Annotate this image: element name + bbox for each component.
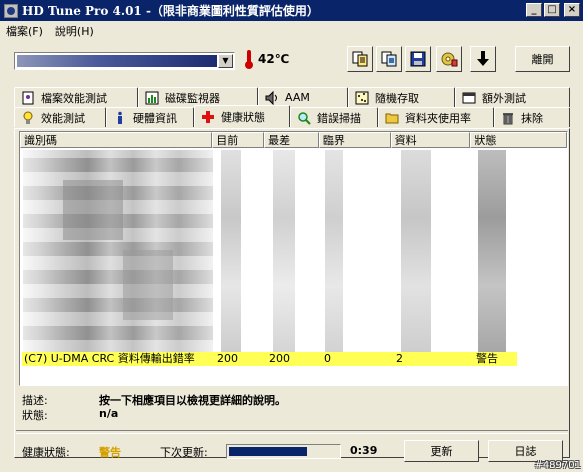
health-label: 健康狀態: [22, 446, 70, 459]
magnifier-icon [298, 111, 311, 125]
description-value: 按一下相應項目以檢視更詳細的說明。 [99, 394, 286, 407]
save-icon [410, 51, 426, 67]
options-icon [441, 52, 458, 67]
tab-row-top: 檔案效能測試 磁碟監視器 AAM 隨機存取 額外測試 [14, 87, 570, 108]
drive-select-value [17, 55, 217, 67]
table-row-highlighted[interactable]: (C7) U-DMA CRC 資料傳輸出錯率 200 200 0 2 警告 [22, 352, 517, 366]
cell-threshold: 0 [324, 352, 331, 365]
tab-label: 健康狀態 [221, 110, 265, 124]
window-controls: _ □ × [526, 3, 580, 17]
tab-label: 資料夾使用率 [405, 111, 471, 125]
cell-worst: 200 [269, 352, 290, 365]
download-arrow-icon [477, 51, 489, 66]
next-update-label: 下次更新: [160, 446, 208, 459]
tab-label: 抹除 [521, 111, 543, 125]
status-value: n/a [99, 407, 119, 420]
list-header: 識別碼 目前 最差 臨界 資料 狀態 [20, 132, 567, 148]
tab-info[interactable]: 硬體資訊 [106, 107, 194, 127]
tab-label: 效能測試 [41, 111, 85, 125]
update-progress-fill [229, 447, 307, 456]
folder-icon [385, 113, 399, 123]
column-header-data[interactable]: 資料 [390, 132, 471, 148]
column-header-worst[interactable]: 最差 [264, 132, 319, 148]
tab-folder-usage[interactable]: 資料夾使用率 [378, 107, 494, 127]
file-benchmark-icon [22, 91, 34, 104]
tab-label: 錯誤掃描 [317, 111, 361, 125]
cell-current: 200 [217, 352, 238, 365]
cell-data: 2 [396, 352, 403, 365]
tab-health[interactable]: 健康狀態 [194, 105, 290, 127]
save-button[interactable] [405, 46, 431, 72]
menu-bar: 檔案(F) 說明(H) [0, 21, 583, 40]
thermometer-icon [244, 50, 254, 69]
redacted-rows [23, 150, 541, 356]
temperature-value: 42℃ [258, 52, 290, 66]
description-label: 描述: [22, 394, 48, 407]
watermark: #489701 [534, 460, 581, 471]
countdown-value: 0:39 [350, 444, 378, 457]
window-title: HD Tune Pro 4.01 -（限非商業圖利性質評估使用） [22, 4, 319, 18]
menu-help[interactable]: 說明(H) [49, 23, 100, 39]
column-header-threshold[interactable]: 臨界 [318, 132, 391, 148]
tab-label: 磁碟監視器 [165, 91, 220, 105]
column-header-status[interactable]: 狀態 [470, 132, 567, 148]
close-button[interactable]: × [564, 3, 580, 17]
chevron-down-icon[interactable]: ▼ [218, 54, 233, 68]
tab-benchmark[interactable]: 效能測試 [14, 107, 106, 127]
speaker-icon [265, 90, 277, 105]
cell-id: (C7) U-DMA CRC 資料傳輸出錯率 [24, 352, 195, 365]
lightbulb-icon [23, 111, 33, 124]
app-icon [4, 3, 18, 18]
tab-aam[interactable]: AAM [258, 87, 348, 107]
refresh-button[interactable]: 更新 [404, 440, 479, 462]
temperature-display: 42℃ [244, 50, 290, 69]
health-cross-icon [202, 110, 214, 123]
column-header-current[interactable]: 目前 [212, 132, 265, 148]
tab-label: 隨機存取 [375, 91, 419, 105]
copy-text-button[interactable] [347, 46, 373, 72]
copy-screenshot-button[interactable] [376, 46, 402, 72]
download-button[interactable] [470, 46, 496, 72]
health-value: 警告 [99, 446, 121, 459]
column-header-id[interactable]: 識別碼 [20, 132, 213, 148]
title-bar: HD Tune Pro 4.01 -（限非商業圖利性質評估使用） _ □ × [0, 0, 583, 21]
tab-row-bottom: 效能測試 硬體資訊 健康狀態 錯誤掃描 資料夾使用率 抹除 [14, 105, 570, 128]
copy-screenshot-icon [381, 51, 397, 67]
tab-error-scan[interactable]: 錯誤掃描 [290, 107, 378, 127]
tab-label: 硬體資訊 [133, 111, 177, 125]
info-icon [118, 111, 122, 124]
menu-file[interactable]: 檔案(F) [0, 23, 49, 39]
tab-random-access[interactable]: 隨機存取 [348, 87, 455, 107]
tab-label: AAM [285, 91, 310, 104]
options-button[interactable] [436, 46, 462, 72]
cell-status: 警告 [476, 352, 498, 365]
tab-label: 額外測試 [482, 91, 526, 105]
tab-extra-tests[interactable]: 額外測試 [455, 87, 570, 107]
copy-text-icon [352, 51, 368, 67]
tab-erase[interactable]: 抹除 [494, 107, 570, 127]
disk-monitor-icon [145, 91, 159, 104]
log-button[interactable]: 日誌 [488, 440, 563, 462]
trash-icon [503, 112, 513, 124]
minimize-button[interactable]: _ [526, 3, 542, 17]
tab-disk-monitor[interactable]: 磁碟監視器 [138, 87, 258, 107]
tab-label: 檔案效能測試 [41, 91, 107, 105]
exit-button[interactable]: 離開 [515, 46, 570, 72]
smart-attribute-list[interactable]: 識別碼 目前 最差 臨界 資料 狀態 (C7) U-DMA CRC 資料傳輸出錯… [19, 131, 568, 386]
maximize-button[interactable]: □ [544, 3, 560, 17]
drive-select[interactable]: ▼ [14, 52, 235, 70]
status-label: 狀態: [22, 409, 48, 422]
update-progress-bar [226, 444, 341, 459]
extra-tests-icon [462, 92, 476, 103]
divider [16, 430, 568, 434]
tab-file-benchmark[interactable]: 檔案效能測試 [14, 87, 138, 107]
random-access-icon [355, 91, 369, 104]
